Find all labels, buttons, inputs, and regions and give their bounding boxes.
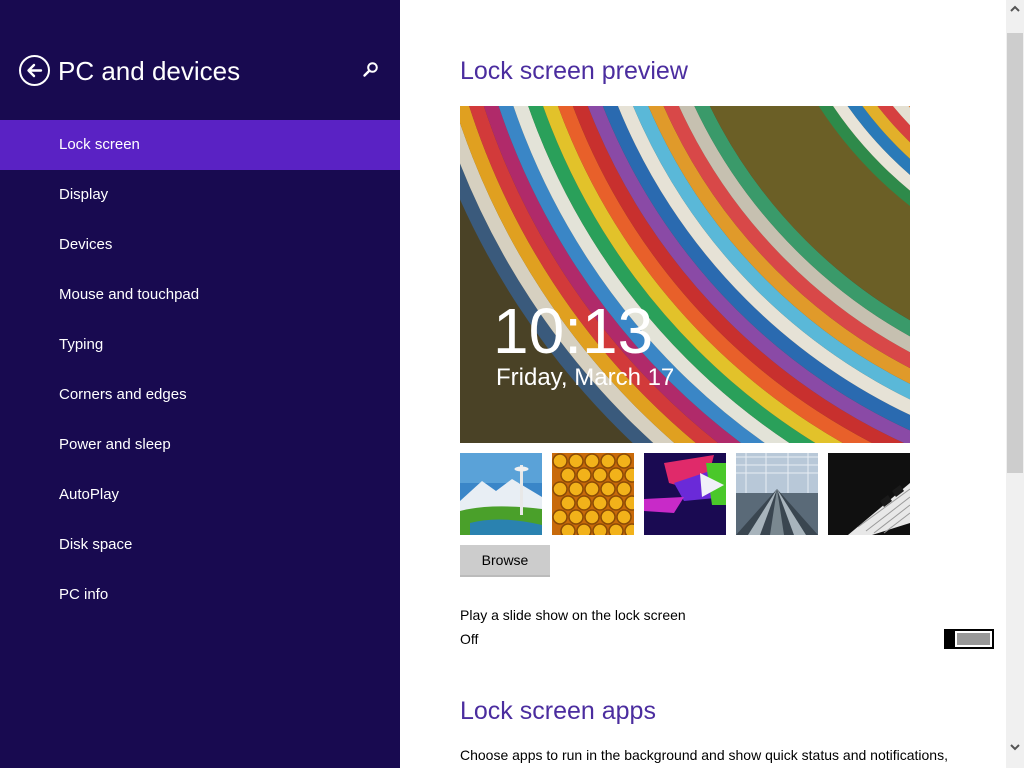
sidebar-item-autoplay[interactable]: AutoPlay — [0, 470, 400, 520]
sidebar-item-power-and-sleep[interactable]: Power and sleep — [0, 420, 400, 470]
toggle-track — [957, 633, 990, 645]
preview-clock: 10:13 — [493, 295, 654, 367]
sidebar: PC and devices Lock screen Display Devic… — [0, 0, 400, 768]
search-button[interactable] — [361, 60, 381, 80]
sidebar-item-devices[interactable]: Devices — [0, 220, 400, 270]
lock-screen-apps-description: Choose apps to run in the background and… — [460, 747, 948, 763]
toggle-thumb[interactable] — [944, 629, 955, 649]
slideshow-label: Play a slide show on the lock screen — [460, 607, 686, 623]
scroll-down-button[interactable] — [1006, 738, 1024, 756]
preview-date: Friday, March 17 — [496, 364, 675, 391]
sidebar-item-typing[interactable]: Typing — [0, 320, 400, 370]
main-content: Lock screen preview 10:13 Friday, March … — [400, 0, 1006, 768]
page-title: PC and devices — [58, 56, 241, 86]
scroll-thumb[interactable] — [1007, 33, 1023, 473]
background-thumbnails — [460, 453, 910, 535]
browse-button[interactable]: Browse — [460, 545, 550, 577]
lock-screen-preview: 10:13 Friday, March 17 — [460, 106, 910, 443]
scroll-up-button[interactable] — [1006, 0, 1024, 18]
lock-screen-apps-heading: Lock screen apps — [460, 697, 656, 725]
sidebar-nav: Lock screen Display Devices Mouse and to… — [0, 120, 400, 620]
scroll-down-arrow-icon — [1010, 744, 1020, 751]
sidebar-item-lock-screen[interactable]: Lock screen — [0, 120, 400, 170]
lock-screen-preview-heading: Lock screen preview — [460, 57, 688, 85]
search-icon — [363, 62, 378, 77]
slideshow-toggle[interactable] — [944, 629, 994, 649]
sidebar-item-pc-info[interactable]: PC info — [0, 570, 400, 620]
geometric-shapes-thumbnail[interactable] — [644, 453, 726, 535]
honeycomb-thumbnail[interactable] — [552, 453, 634, 535]
sidebar-item-mouse-and-touchpad[interactable]: Mouse and touchpad — [0, 270, 400, 320]
sidebar-item-corners-and-edges[interactable]: Corners and edges — [0, 370, 400, 420]
scroll-up-arrow-icon — [1010, 5, 1020, 12]
back-button[interactable] — [19, 55, 50, 86]
slideshow-state: Off — [460, 631, 479, 647]
back-arrow-icon — [27, 63, 43, 78]
escalator-thumbnail[interactable] — [736, 453, 818, 535]
sidebar-item-disk-space[interactable]: Disk space — [0, 520, 400, 570]
piano-keys-thumbnail[interactable] — [828, 453, 910, 535]
space-needle-thumbnail[interactable] — [460, 453, 542, 535]
vertical-scrollbar[interactable] — [1006, 0, 1024, 768]
sidebar-item-display[interactable]: Display — [0, 170, 400, 220]
